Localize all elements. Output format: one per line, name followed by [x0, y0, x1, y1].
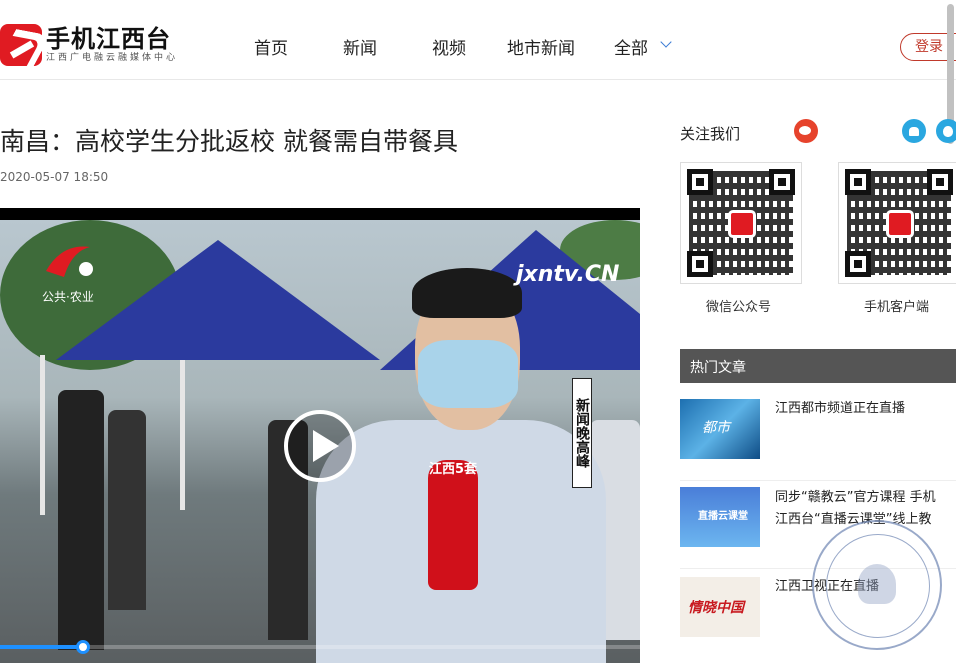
brand-logo-icon	[0, 24, 42, 66]
hot-articles-header: 热门文章	[680, 349, 956, 383]
wechat-qr-code	[680, 162, 802, 284]
video-player[interactable]: 公共·农业 jxntv.CN 新闻晚高峰 江西5套	[0, 208, 640, 663]
nav-item-news[interactable]: 新闻	[343, 34, 377, 59]
qr-finder	[845, 251, 871, 277]
qr-logo-icon	[728, 210, 756, 238]
follow-us-label: 关注我们	[680, 125, 741, 143]
jxntv-watermark: jxntv.CN	[516, 262, 620, 287]
android-icon[interactable]	[902, 119, 926, 143]
cloud-classroom-thumbnail[interactable]	[680, 487, 760, 547]
qr-finder	[769, 169, 795, 195]
qr-finder	[927, 169, 953, 195]
app-qr-code	[838, 162, 956, 284]
nav-item-all[interactable]: 全部	[614, 34, 648, 59]
nav-item-video[interactable]: 视频	[432, 34, 466, 59]
video-progress-track[interactable]	[0, 645, 640, 649]
channel-logo-icon	[46, 246, 93, 277]
nav-item-home[interactable]: 首页	[254, 34, 288, 59]
wechat-qr-caption: 微信公众号	[706, 300, 772, 315]
apple-icon[interactable]	[936, 119, 956, 143]
microphone	[428, 460, 478, 590]
qr-finder	[845, 169, 871, 195]
program-tag: 新闻晚高峰	[572, 378, 592, 488]
site-logo[interactable]: 手机江西台 江西广电融云融媒体中心	[0, 22, 200, 68]
play-button[interactable]	[284, 410, 356, 482]
university-seal-watermark	[812, 520, 942, 650]
tent-leg	[180, 360, 185, 510]
qr-finder	[687, 169, 713, 195]
channel-name: 公共·农业	[42, 290, 94, 304]
hot-article-item[interactable]: 江西都市频道正在直播	[680, 399, 956, 481]
nav-item-local-news[interactable]: 地市新闻	[507, 34, 575, 59]
qr-logo-icon	[886, 210, 914, 238]
hot-article-title[interactable]: 江西都市频道正在直播	[775, 399, 956, 419]
article-title: 南昌：高校学生分批返校 就餐需自带餐具	[0, 127, 458, 156]
hot-articles-title: 热门文章	[690, 360, 746, 376]
logo-text: 手机江西台 江西广电融云融媒体中心	[46, 26, 178, 64]
mic-label: 江西5套	[428, 462, 478, 477]
brand-name: 手机江西台	[46, 25, 171, 53]
qr-finder	[687, 251, 713, 277]
dushi-channel-thumbnail[interactable]	[680, 399, 760, 459]
tent-leg	[40, 355, 45, 515]
bystander-figure	[108, 410, 146, 610]
app-qr-caption: 手机客户端	[864, 300, 930, 315]
site-header: 手机江西台 江西广电融云融媒体中心 首页 新闻 视频 地市新闻 全部 登录	[0, 0, 956, 80]
weibo-icon[interactable]	[794, 119, 818, 143]
brand-tagline: 江西广电融云融媒体中心	[46, 53, 179, 63]
jiangxi-satellite-thumbnail[interactable]	[680, 577, 760, 637]
video-progress-fill	[0, 645, 84, 649]
chevron-down-icon[interactable]	[660, 36, 672, 48]
face-mask	[418, 340, 518, 408]
bystander-figure	[58, 390, 104, 650]
article-date: 2020-05-07 18:50	[0, 170, 109, 184]
reporter-hair	[412, 268, 522, 318]
